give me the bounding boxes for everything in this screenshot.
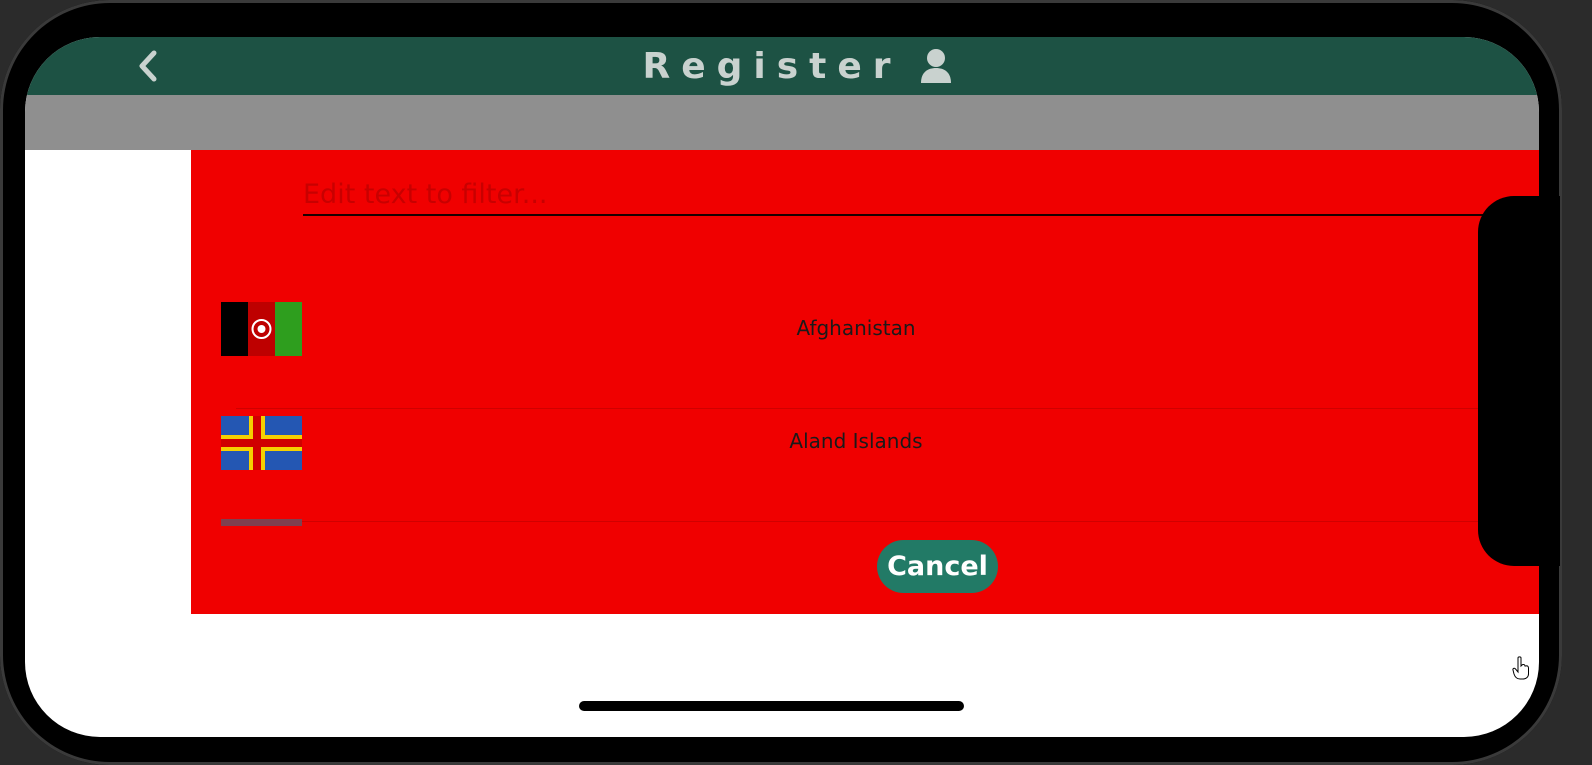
cancel-button[interactable]: Cancel	[877, 540, 998, 593]
partial-flag-icon	[221, 519, 302, 526]
person-icon	[920, 49, 951, 83]
country-name: Afghanistan	[796, 316, 916, 340]
modal-overlay	[25, 95, 1539, 150]
home-indicator	[579, 701, 964, 711]
page-title: Register	[642, 45, 902, 87]
app-bar-title-group: Register	[25, 37, 1539, 95]
country-item-aland-islands[interactable]: Aland Islands +3	[221, 383, 1539, 496]
country-picker-dialog: Afghanistan + Aland Islands +3 Cancel	[191, 150, 1539, 614]
row-divider	[236, 521, 1516, 522]
country-name: Aland Islands	[789, 429, 923, 453]
app-bar: Register	[25, 37, 1539, 95]
phone-notch	[1478, 196, 1560, 566]
country-filter-input[interactable]	[303, 174, 1503, 216]
hand-cursor-icon	[1512, 656, 1529, 680]
phone-screen: Register Afghanistan +	[25, 37, 1539, 737]
country-item-afghanistan[interactable]: Afghanistan +	[221, 270, 1539, 383]
